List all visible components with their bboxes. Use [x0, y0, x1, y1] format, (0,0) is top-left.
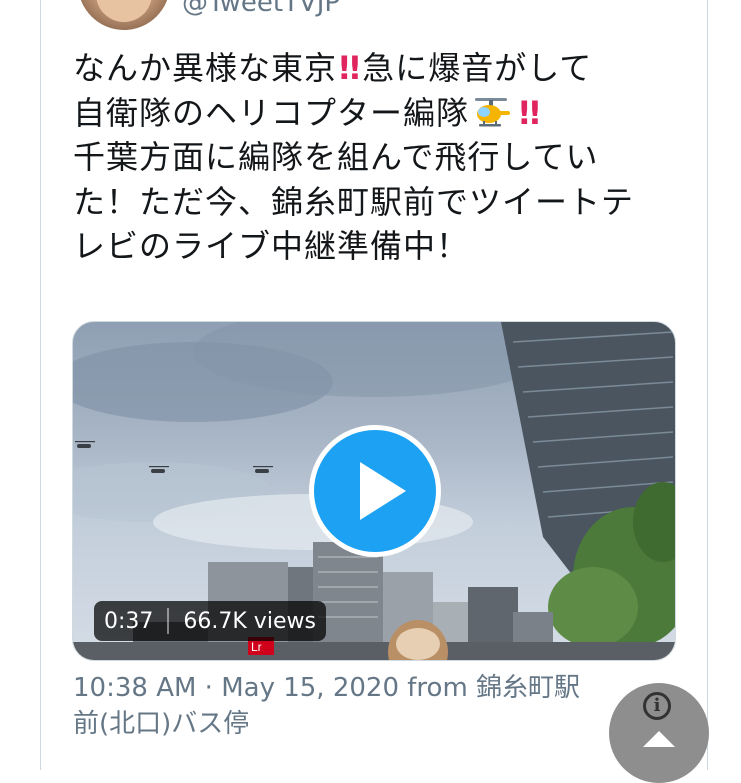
tweet-line-1: なんか異様な東京!! 急に爆音がして	[73, 46, 673, 91]
tweet-line-1-text-a: なんか異様な東京	[73, 49, 338, 87]
tweet-line-3: 千葉方面に編隊を組んで飛行してい	[73, 138, 599, 176]
store-sign-text: Lr	[251, 640, 262, 654]
play-button[interactable]	[309, 425, 441, 557]
tweet-line-1-text-b: 急に爆音がして	[362, 49, 593, 87]
chevron-up-icon	[643, 731, 675, 747]
tweet-line-4: た！ただ今、錦糸町駅前でツイートテ	[73, 182, 635, 221]
user-handle[interactable]: @TweetTVJP	[182, 0, 340, 18]
source-location-line1[interactable]: 錦糸町駅	[476, 673, 580, 703]
scroll-up-button[interactable]: i	[609, 683, 709, 783]
double-exclamation-icon: !!	[337, 49, 362, 87]
video-meta-badge: 0:37 66.7K views	[94, 601, 326, 641]
tweet-line-2-text: 自衛隊のヘリコプター編隊	[73, 93, 470, 132]
video-duration: 0:37	[104, 608, 154, 634]
helicopter-icon	[475, 97, 511, 126]
video-player[interactable]: Lr 0:37 66.7K views	[72, 321, 676, 661]
tweet-timestamp: 10:38 AM · May 15, 2020 from 錦糸町駅 前(北口)バ…	[73, 670, 633, 742]
time-date: 10:38 AM · May 15, 2020 from	[73, 673, 477, 703]
avatar-face	[96, 0, 152, 22]
source-location-line2[interactable]: 前(北口)バス停	[73, 709, 249, 739]
info-icon[interactable]: i	[643, 692, 671, 720]
double-exclamation-icon: !!	[517, 93, 542, 132]
video-views: 66.7K views	[183, 608, 316, 634]
play-icon	[360, 462, 406, 520]
tweet-line-5: レビのライブ中継準備中！	[73, 227, 470, 265]
tweet-text: なんか異様な東京!! 急に爆音がして 自衛隊のヘリコプター編隊 !! 千葉方面に編…	[73, 46, 673, 269]
meta-divider	[167, 608, 170, 634]
tweet-line-2: 自衛隊のヘリコプター編隊 !!	[73, 91, 673, 136]
